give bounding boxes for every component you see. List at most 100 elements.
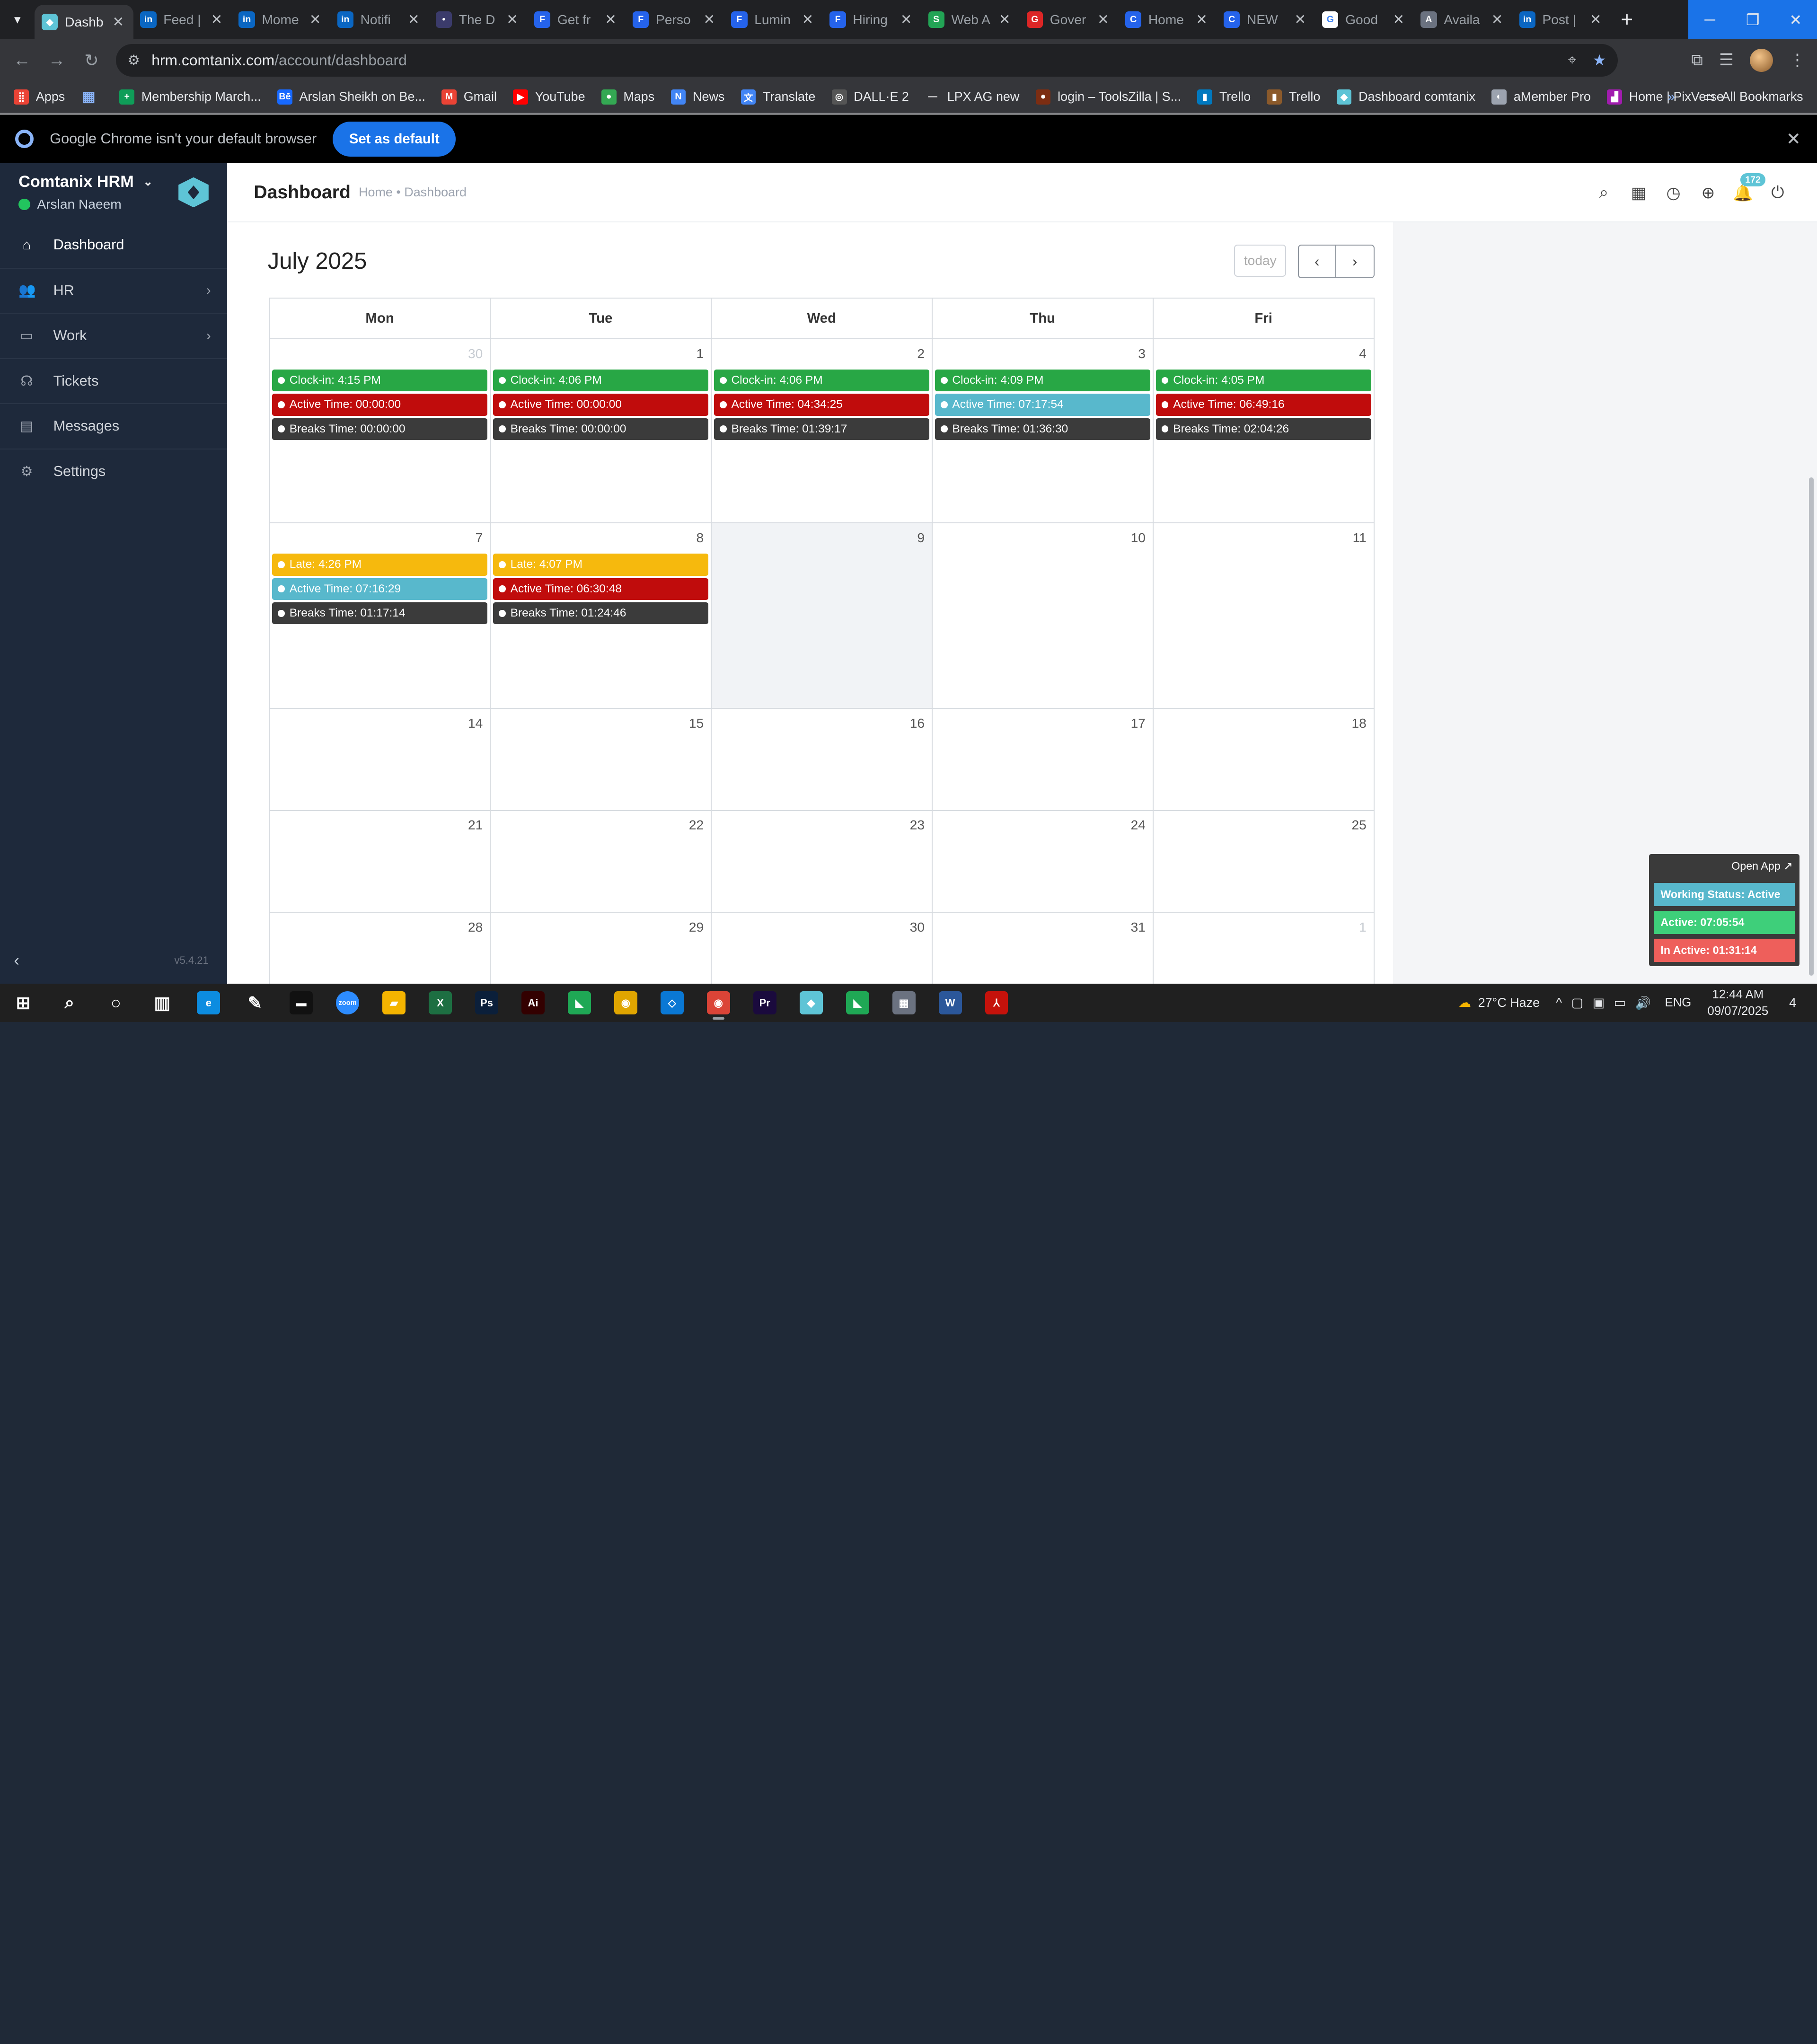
browser-tab[interactable]: F Get fr ✕ [527,3,626,36]
tab-close-icon[interactable]: ✕ [209,11,225,28]
bookmark-item[interactable]: ▶ YouTube [513,89,585,105]
set-as-default-button[interactable]: Set as default [333,122,456,157]
tab-close-icon[interactable]: ✕ [1292,11,1308,28]
bookmark-item[interactable]: N News [670,89,724,105]
taskbar-app[interactable]: ○ [93,984,139,1022]
calendar-event[interactable]: Active Time: 06:49:16 [1155,394,1371,416]
address-bar[interactable]: ⚙ hrm.comtanix.com/account/dashboard ⌖ ★ [115,44,1618,77]
maximize-button[interactable]: ❐ [1731,0,1774,40]
tab-close-icon[interactable]: ✕ [898,11,914,28]
taskbar-app[interactable]: W [927,984,973,1022]
calendar-day[interactable]: 29 [491,913,712,985]
calendar-event[interactable]: Active Time: 07:16:29 [272,578,488,600]
network-icon[interactable]: ▭ [1614,996,1626,1011]
browser-tab[interactable]: G Gover ✕ [1020,3,1118,36]
calendar-day[interactable]: 11 [1154,523,1374,708]
sidebar-item-hr[interactable]: 👥 HR › [0,267,227,313]
taskbar-app[interactable]: e [185,984,232,1022]
browser-tab[interactable]: F Perso ✕ [626,3,724,36]
taskbar-app[interactable]: zoom [325,984,371,1022]
prev-month-button[interactable]: ‹ [1297,244,1336,278]
tab-close-icon[interactable]: ✕ [800,11,816,28]
calendar-event[interactable]: Active Time: 06:30:48 [493,578,709,600]
calendar-day[interactable]: 1 Clock-in: 4:06 PM Active Time: 00:00:00 B… [491,339,712,523]
tab-search-icon[interactable]: ▾ [0,0,35,39]
bookmark-item[interactable]: ▦ [81,89,104,105]
taskbar-app[interactable]: X [417,984,464,1022]
browser-tab[interactable]: in Notifi ✕ [330,3,429,36]
calendar-event[interactable]: Clock-in: 4:06 PM [493,369,709,392]
taskbar-app[interactable]: ◣ [556,984,602,1022]
notes-icon[interactable]: ▦ [1629,184,1648,202]
notification-center-icon[interactable]: 4 [1780,990,1806,1016]
browser-tab[interactable]: A Availa ✕ [1414,3,1512,36]
calendar-day[interactable]: 30 Clock-in: 4:15 PM Active Time: 00:00:00… [270,339,491,523]
taskbar-app[interactable]: ▦ [881,984,927,1022]
taskbar-app[interactable]: ◆ [788,984,834,1022]
calendar-day[interactable]: 10 [933,523,1154,708]
browser-tab[interactable]: S Web A ✕ [921,3,1020,36]
bookmark-item[interactable]: ⣿ Apps [14,89,65,105]
calendar-event[interactable]: Clock-in: 4:06 PM [714,369,929,392]
bookmark-item[interactable]: ● Maps [601,89,654,105]
tab-close-icon[interactable]: ✕ [406,11,422,28]
tab-close-icon[interactable]: ✕ [1588,11,1604,28]
location-icon[interactable]: ⌖ [1568,51,1577,69]
close-window-button[interactable]: ✕ [1774,0,1817,40]
browser-tab[interactable]: F Lumin ✕ [724,3,823,36]
profile-avatar[interactable] [1750,48,1773,72]
calendar-day[interactable]: 3 Clock-in: 4:09 PM Active Time: 07:17:54 B… [933,339,1154,523]
bookmark-item[interactable]: — LPX AG new [925,89,1019,105]
browser-tab[interactable]: • The D ✕ [429,3,527,36]
browser-tab[interactable]: ◆ Dashb ✕ [35,4,133,40]
search-icon[interactable]: ⌕ [1595,184,1613,202]
infobar-close-icon[interactable]: ✕ [1786,129,1801,149]
show-hidden-icons[interactable]: ^ [1556,996,1562,1011]
next-month-button[interactable]: › [1336,244,1375,278]
sidebar-item-messages[interactable]: ▤ Messages [0,403,227,449]
chrome-menu-icon[interactable]: ⋮ [1789,51,1805,70]
bookmark-item[interactable]: ▮ Trello [1197,89,1251,105]
reload-button[interactable]: ↻ [74,43,109,78]
calendar-day[interactable]: 9 [711,523,933,708]
today-button[interactable]: today [1234,244,1287,277]
bookmark-item[interactable]: ▮ Trello [1267,89,1320,105]
calendar-event[interactable]: Active Time: 04:34:25 [714,394,929,416]
browser-tab[interactable]: C NEW ✕ [1217,3,1315,36]
bookmark-item[interactable]: M Gmail [441,89,497,105]
calendar-event[interactable]: Breaks Time: 00:00:00 [272,418,488,441]
calendar-event[interactable]: Breaks Time: 01:17:14 [272,602,488,625]
calendar-event[interactable]: Late: 4:07 PM [493,554,709,576]
calendar-day[interactable]: 15 [491,709,712,810]
calendar-day[interactable]: 8 Late: 4:07 PM Active Time: 06:30:48 Break… [491,523,712,708]
tab-close-icon[interactable]: ✕ [1095,11,1111,28]
breadcrumb[interactable]: Home • Dashboard [359,185,467,200]
taskbar-app[interactable]: ▰ [371,984,417,1022]
taskbar-app[interactable]: Ai [510,984,556,1022]
sidebar-item-work[interactable]: ▭ Work › [0,313,227,358]
sidebar-item-settings[interactable]: ⚙ Settings [0,448,227,494]
calendar-day[interactable]: 2 Clock-in: 4:06 PM Active Time: 04:34:25 B… [712,339,933,523]
all-bookmarks-folder[interactable]: ▭ All Bookmarks [1702,89,1803,104]
taskbar-app[interactable]: ▬ [278,984,325,1022]
taskbar-app[interactable]: ⅄ [973,984,1020,1022]
calendar-day[interactable]: 28 [270,913,491,985]
calendar-event[interactable]: Late: 4:26 PM [272,554,488,576]
calendar-event[interactable]: Clock-in: 4:09 PM [935,369,1150,392]
calendar-day[interactable]: 31 [933,913,1154,985]
calendar-day[interactable]: 7 Late: 4:26 PM Active Time: 07:16:29 Break… [270,523,491,708]
taskbar-app[interactable]: ▥ [139,984,185,1022]
taskbar-app[interactable]: ⊞ [0,984,46,1022]
collapse-sidebar-icon[interactable]: ‹ [14,952,19,970]
forward-button[interactable]: → [39,43,74,78]
taskbar-app[interactable]: Ps [464,984,510,1022]
add-icon[interactable]: ⊕ [1699,184,1717,202]
calendar-event[interactable]: Active Time: 00:00:00 [272,394,488,416]
taskbar-app[interactable]: ✎ [232,984,278,1022]
browser-tab[interactable]: in Post | ✕ [1512,3,1611,36]
tab-close-icon[interactable]: ✕ [110,14,126,30]
page-scrollbar[interactable] [1805,222,1817,984]
tab-close-icon[interactable]: ✕ [602,11,618,28]
sidebar-item-dashboard[interactable]: ⌂ Dashboard [0,222,227,268]
browser-tab[interactable]: F Hiring ✕ [823,3,921,36]
